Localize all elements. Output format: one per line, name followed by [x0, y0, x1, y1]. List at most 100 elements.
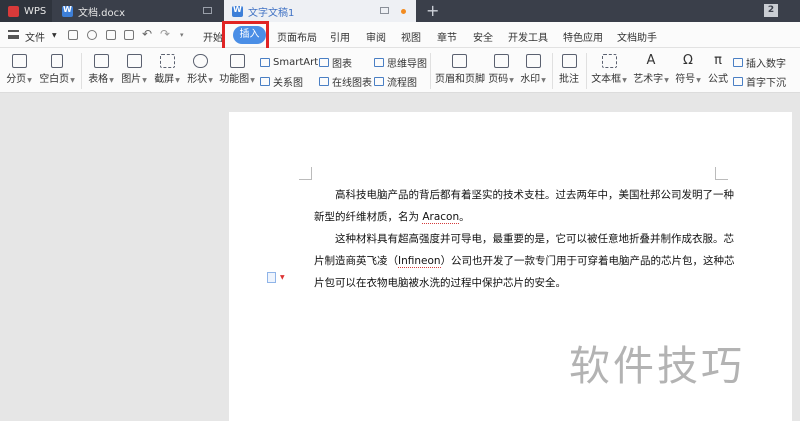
function-chart-label: 功能图: [219, 74, 250, 85]
omega-icon: Ω: [683, 53, 693, 68]
monitor-icon[interactable]: [203, 7, 212, 14]
tab-document-1[interactable]: 文档.docx: [54, 0, 224, 22]
menu-tab-home[interactable]: 开始: [203, 29, 223, 44]
text-run: ）公司也开发了一款专门用于可穿着电脑产品的芯片包，这种芯: [440, 255, 735, 267]
document-page[interactable]: 高科技电脑产品的背后都有着坚实的技术支柱。过去两年中，美国杜邦公司发明了一种 新…: [229, 112, 792, 421]
pi-icon: π: [714, 53, 722, 68]
watermark-button[interactable]: 水印▼: [518, 48, 548, 85]
textbox-button[interactable]: 文本框▼: [590, 48, 628, 85]
customize-toolbar-icon[interactable]: ▾: [180, 31, 184, 39]
shape-icon: [192, 54, 208, 68]
drop-cap-button[interactable]: 首字下沉: [733, 75, 786, 89]
mindmap-icon: [374, 58, 384, 67]
mindmap-label: 思维导图: [387, 59, 427, 70]
monitor-icon[interactable]: [380, 7, 389, 14]
header-footer-button[interactable]: 页眉和页脚: [435, 48, 485, 85]
function-chart-button[interactable]: 功能图▼: [218, 48, 256, 85]
window-count-badge[interactable]: 2: [764, 4, 778, 17]
tab-document-2[interactable]: 文字文稿1: [224, 0, 416, 22]
highlight-box: [222, 21, 269, 51]
online-chart-button[interactable]: 在线图表: [319, 75, 372, 89]
relation-chart-button[interactable]: 关系图: [260, 75, 303, 89]
tab-wps-label: WPS: [24, 5, 47, 17]
smartart-button[interactable]: SmartArt: [260, 56, 318, 69]
formula-button[interactable]: π 公式: [706, 48, 730, 86]
tab-document-2-label: 文字文稿1: [248, 7, 295, 19]
function-chart-icon: [229, 54, 245, 68]
text-run: 。: [459, 211, 470, 223]
wordart-button[interactable]: A 艺术字▼: [632, 48, 670, 86]
comment-icon: [561, 54, 577, 68]
menu-tab-review[interactable]: 审阅: [366, 29, 386, 44]
chart-button[interactable]: 图表: [319, 56, 352, 70]
menu-tab-security[interactable]: 安全: [473, 29, 493, 44]
save-icon[interactable]: [68, 30, 78, 40]
menu-tab-references[interactable]: 引用: [330, 29, 350, 44]
picture-icon: [126, 54, 142, 68]
watermark-label: 水印: [520, 74, 541, 85]
wordart-label: 艺术字: [633, 74, 664, 85]
comment-button[interactable]: 批注: [556, 48, 582, 85]
menu-tab-sections[interactable]: 章节: [437, 29, 457, 44]
picture-button[interactable]: 图片▼: [119, 48, 149, 85]
flowchart-icon: [374, 77, 384, 86]
page-number-button[interactable]: 页码▼: [486, 48, 516, 85]
format-painter-icon[interactable]: [87, 30, 97, 40]
insert-number-button[interactable]: 插入数字: [733, 56, 786, 70]
spellcheck-word: Aracon: [422, 211, 460, 224]
ribbon-separator: [552, 53, 553, 89]
text-line: 片包可以在衣物电脑被水洗的过程中保护芯片的安全。: [314, 277, 566, 289]
shape-label: 形状: [187, 74, 208, 85]
paragraph-1[interactable]: 高科技电脑产品的背后都有着坚实的技术支柱。过去两年中，美国杜邦公司发明了一种 新…: [314, 184, 734, 228]
blank-page-button[interactable]: 空白页▼: [38, 48, 76, 85]
flowchart-button[interactable]: 流程图: [374, 75, 417, 89]
ribbon-separator: [430, 53, 431, 89]
chart-label: 图表: [332, 59, 352, 70]
redo-icon[interactable]: ↷: [160, 27, 170, 41]
tab-wps-home[interactable]: WPS: [0, 0, 52, 22]
text-line: 这种材料具有超高强度并可导电，最重要的是，它可以被任意地折叠并制作成衣服。芯: [335, 233, 734, 245]
paragraph-2[interactable]: 这种材料具有超高强度并可导电，最重要的是，它可以被任意地折叠并制作成衣服。芯 片…: [314, 228, 735, 294]
menu-tab-special-apps[interactable]: 特色应用: [563, 29, 603, 44]
file-dropdown-caret-icon[interactable]: ▼: [52, 32, 57, 39]
hamburger-menu-icon[interactable]: [8, 30, 19, 39]
paragraph-layout-icon[interactable]: [267, 272, 276, 283]
menu-tab-page-layout[interactable]: 页面布局: [277, 29, 317, 44]
print-icon[interactable]: [106, 30, 116, 40]
textbox-label: 文本框: [591, 74, 622, 85]
mindmap-button[interactable]: 思维导图: [374, 56, 427, 70]
writer-doc-icon: [62, 5, 73, 17]
drop-cap-icon: [733, 77, 743, 86]
table-button[interactable]: 表格▼: [86, 48, 116, 85]
screenshot-icon: [159, 54, 175, 68]
paragraph-menu-caret-icon[interactable]: ▼: [280, 274, 285, 281]
shape-button[interactable]: 形状▼: [185, 48, 215, 85]
menu-tab-doc-assistant[interactable]: 文档助手: [617, 29, 657, 44]
page-break-label: 分页: [6, 74, 27, 85]
page-number-icon: [493, 54, 509, 68]
insert-ribbon: 分页▼ 空白页▼ 表格▼ 图片▼ 截屏▼ 形状▼ 功能图▼ SmartArt 关…: [0, 48, 800, 93]
ribbon-separator: [81, 53, 82, 89]
menu-file[interactable]: 文件: [25, 29, 45, 44]
title-bar: WPS 文档.docx 文字文稿1 + 2: [0, 0, 800, 22]
writer-doc-icon: [232, 5, 243, 17]
screenshot-button[interactable]: 截屏▼: [152, 48, 182, 85]
text-line: 高科技电脑产品的背后都有着坚实的技术支柱。过去两年中，美国杜邦公司发明了一种: [335, 189, 734, 201]
symbol-button[interactable]: Ω 符号▼: [674, 48, 702, 86]
header-footer-label: 页眉和页脚: [435, 74, 485, 85]
menu-tab-developer[interactable]: 开发工具: [508, 29, 548, 44]
page-break-icon: [11, 54, 27, 68]
new-tab-button[interactable]: +: [426, 1, 439, 20]
print-preview-icon[interactable]: [124, 30, 134, 40]
screenshot-label: 截屏: [154, 74, 175, 85]
text-line: 片制造商英飞凌（Infineon）公司也开发了一款专门用于可穿着电脑产品的芯片包…: [314, 250, 735, 272]
insert-number-label: 插入数字: [746, 59, 786, 70]
text-run: 片制造商英飞凌（: [314, 255, 398, 267]
menu-tab-view[interactable]: 视图: [401, 29, 421, 44]
margin-corner-mark: [715, 167, 728, 180]
page-break-button[interactable]: 分页▼: [4, 48, 34, 85]
wps-logo-icon: [8, 5, 19, 17]
page-number-label: 页码: [488, 74, 509, 85]
undo-icon[interactable]: ↶: [142, 27, 152, 41]
tab-document-1-label: 文档.docx: [78, 7, 126, 19]
